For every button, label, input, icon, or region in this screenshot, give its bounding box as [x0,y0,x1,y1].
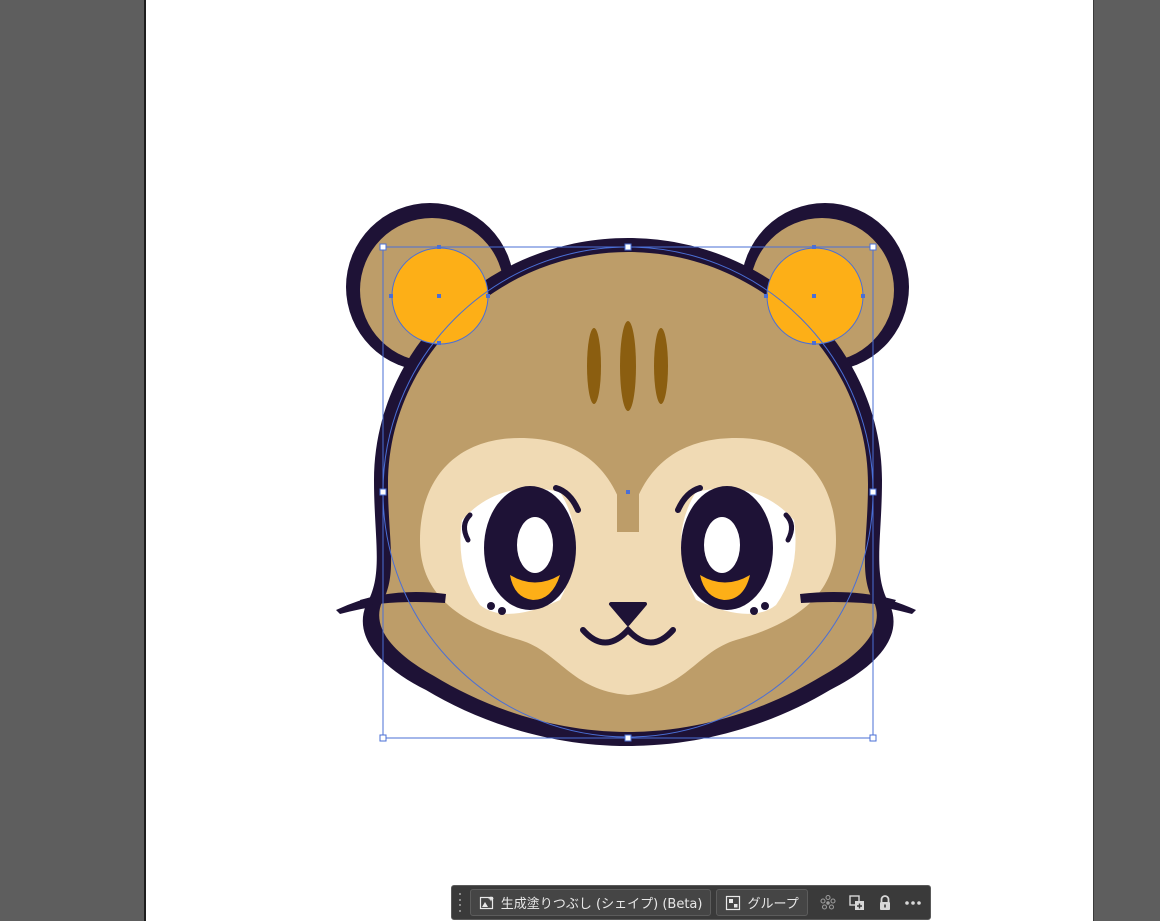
drag-handle[interactable] [456,892,464,914]
generative-fill-label: 生成塗りつぶし (シェイプ) (Beta) [500,897,703,912]
group-label: グループ [747,897,799,912]
lock-button[interactable] [872,889,897,916]
group-icon [726,895,741,910]
group-button[interactable]: グループ [716,889,808,916]
arrange-button[interactable] [844,889,869,916]
more-icon [905,900,922,905]
cat-head-illustration[interactable] [336,203,916,746]
arrange-icon [848,894,864,910]
contextual-taskbar: 生成塗りつぶし (シェイプ) (Beta) グループ [451,885,931,920]
canvas-artwork [336,203,916,746]
recolor-button[interactable] [816,889,841,916]
generative-fill-button[interactable]: 生成塗りつぶし (シェイプ) (Beta) [469,889,712,916]
generative-fill-icon [479,895,494,909]
nose-bridge [617,490,639,532]
lock-icon [880,894,891,910]
recolor-icon [820,894,836,910]
more-options-button[interactable] [901,889,926,916]
